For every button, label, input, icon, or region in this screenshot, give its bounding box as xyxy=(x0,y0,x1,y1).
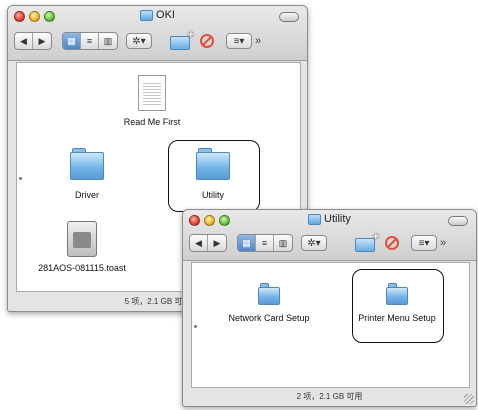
folder-item-printer-menu-setup[interactable]: Printer Menu Setup xyxy=(352,283,442,323)
file-label: 281AOS-081115.toast xyxy=(38,263,126,273)
folder-item-network-card-setup[interactable]: Network Card Setup xyxy=(214,283,324,323)
delete-icon[interactable] xyxy=(200,34,214,48)
folder-item-driver[interactable]: Driver xyxy=(42,148,132,200)
toolbar: ◀ ▶ ▦ ≡ ▥ ✲▾ + ≡▾ » xyxy=(189,231,470,254)
icon-view-area[interactable]: Network Card Setup Printer Menu Setup xyxy=(191,262,470,388)
folder-icon xyxy=(258,283,280,305)
new-folder-button[interactable]: + xyxy=(355,231,379,252)
folder-label: Driver xyxy=(75,190,99,200)
folder-icon xyxy=(196,148,230,180)
folder-item-utility[interactable]: Utility xyxy=(168,148,258,200)
window-title-text: Utility xyxy=(324,213,351,225)
path-menu-button[interactable]: ≡▾ xyxy=(226,33,252,49)
file-label: Read Me First xyxy=(123,117,181,127)
plus-icon: + xyxy=(187,29,194,41)
back-forward-buttons: ◀ ▶ xyxy=(189,234,227,252)
file-item-toast[interactable]: 281AOS-081115.toast xyxy=(27,221,137,273)
new-folder-button[interactable]: + xyxy=(170,29,194,50)
toolbar: ◀ ▶ ▦ ≡ ▥ ✲▾ + ≡▾ » xyxy=(14,29,301,52)
toolbar-toggle-button[interactable] xyxy=(448,216,468,226)
list-view-button[interactable]: ≡ xyxy=(81,33,99,49)
titlebar[interactable]: OKI ◀ ▶ ▦ ≡ ▥ ✲▾ + ≡▾ » xyxy=(8,6,307,61)
folder-icon xyxy=(70,148,104,180)
toolbar-toggle-button[interactable] xyxy=(279,12,299,22)
disk-image-icon xyxy=(67,221,97,257)
action-menu-button[interactable]: ✲▾ xyxy=(126,33,152,49)
document-icon xyxy=(138,75,166,111)
path-menu-button[interactable]: ≡▾ xyxy=(411,235,437,251)
folder-label: Printer Menu Setup xyxy=(358,313,436,323)
delete-icon[interactable] xyxy=(385,236,399,250)
resize-handle-dot xyxy=(194,325,197,328)
window-title-text: OKI xyxy=(156,9,175,21)
folder-icon xyxy=(140,9,154,21)
status-bar: 2 项，2.1 GB 可用 xyxy=(296,392,363,401)
action-menu-button[interactable]: ✲▾ xyxy=(301,235,327,251)
resize-handle-dot xyxy=(19,177,22,180)
view-buttons: ▦ ≡ ▥ xyxy=(62,32,118,50)
file-item-read-me-first[interactable]: Read Me First xyxy=(107,75,197,127)
folder-icon xyxy=(308,213,322,225)
window-title: OKI xyxy=(8,9,307,21)
icon-view-button[interactable]: ▦ xyxy=(238,235,256,251)
column-view-button[interactable]: ▥ xyxy=(274,235,292,251)
view-buttons: ▦ ≡ ▥ xyxy=(237,234,293,252)
list-view-button[interactable]: ≡ xyxy=(256,235,274,251)
window-title: Utility xyxy=(183,213,476,225)
toolbar-overflow-icon[interactable]: » xyxy=(255,35,261,47)
toolbar-overflow-icon[interactable]: » xyxy=(440,237,446,249)
back-button[interactable]: ◀ xyxy=(190,235,208,251)
column-view-button[interactable]: ▥ xyxy=(99,33,117,49)
resize-grip[interactable] xyxy=(464,394,474,404)
finder-window-utility: Utility ◀ ▶ ▦ ≡ ▥ ✲▾ + ≡▾ » Network Card… xyxy=(182,209,477,407)
folder-label: Utility xyxy=(202,190,224,200)
forward-button[interactable]: ▶ xyxy=(33,33,51,49)
folder-icon xyxy=(386,283,408,305)
back-forward-buttons: ◀ ▶ xyxy=(14,32,52,50)
forward-button[interactable]: ▶ xyxy=(208,235,226,251)
titlebar[interactable]: Utility ◀ ▶ ▦ ≡ ▥ ✲▾ + ≡▾ » xyxy=(183,210,476,261)
plus-icon: + xyxy=(372,231,379,243)
back-button[interactable]: ◀ xyxy=(15,33,33,49)
icon-view-button[interactable]: ▦ xyxy=(63,33,81,49)
folder-label: Network Card Setup xyxy=(228,313,310,323)
